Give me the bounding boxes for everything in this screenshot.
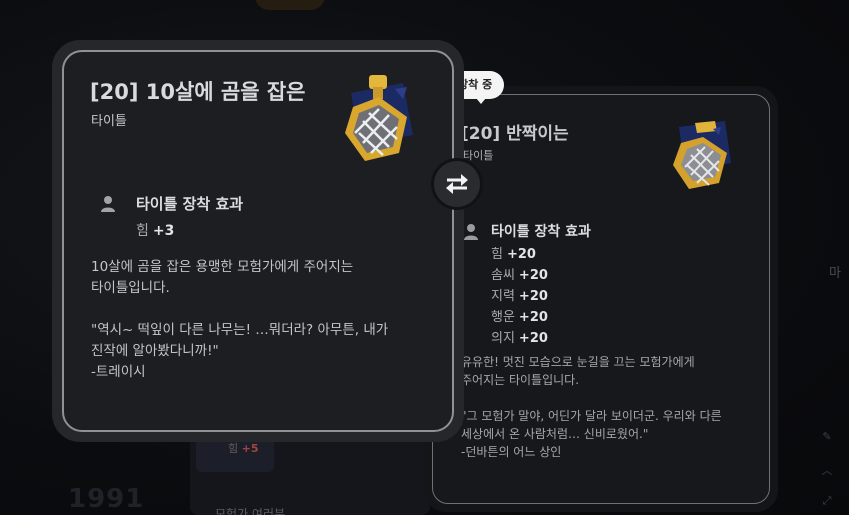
background-glow [255, 0, 325, 10]
person-icon [464, 224, 478, 240]
compare-effect-title: 타이틀 장착 효과 [136, 195, 244, 213]
equipped-effect-title: 타이틀 장착 효과 [491, 224, 591, 240]
gold-knot-medal-icon [345, 75, 413, 161]
equipped-stat: 지력 +20 [491, 289, 548, 304]
side-pin-icon[interactable]: ✎ [818, 430, 836, 444]
background-year: 1991 [68, 484, 145, 514]
side-up-icon[interactable]: ︿ [818, 462, 836, 477]
equipped-stat: 솜씨 +20 [491, 268, 548, 283]
equipped-title-name: [20] 반짝이는 [461, 124, 569, 144]
background-right-text: 마 [829, 266, 841, 281]
tooltip-stage: 힘 +5 1991 모험가 여러분 마 ✎ ︿ ⤢ [20] 반짝이는 타이틀 [0, 0, 849, 515]
compare-stat: 힘 +3 [136, 223, 175, 239]
side-expand-icon[interactable]: ⤢ [818, 494, 836, 508]
compare-title-type: 타이틀 [91, 114, 127, 129]
background-stat: 힘 +5 [228, 442, 259, 455]
equipped-title-type: 타이틀 [463, 149, 494, 162]
equipped-title-card: [20] 반짝이는 타이틀 타이틀 장착 효과 힘 +20 솜씨 +20 지력 +20 [424, 86, 778, 512]
swap-arrows-icon [446, 174, 468, 194]
equipped-stat: 힘 +20 [491, 247, 536, 262]
equipped-stat: 행운 +20 [491, 310, 548, 325]
swap-button[interactable] [434, 161, 480, 207]
compare-description: 10살에 곰을 잡은 용맹한 모험가에게 주어지는 타이틀입니다. "역시~ 떡… [91, 259, 389, 380]
compare-title-name: [20] 10살에 곰을 잡은 [90, 80, 306, 104]
equipped-description: 유유한! 멋진 모습으로 눈길을 끄는 모험가에게 주어지는 타이틀입니다. "… [461, 355, 722, 459]
person-icon [101, 196, 115, 212]
silver-knot-medal-icon [673, 121, 731, 189]
equipped-stat: 의지 +20 [491, 331, 548, 346]
compare-title-card: [20] 10살에 곰을 잡은 타이틀 타이틀 장착 효과 힘 +3 10살에 곰… [52, 40, 464, 442]
background-bottom-text: 모험가 여러분 [215, 507, 286, 515]
